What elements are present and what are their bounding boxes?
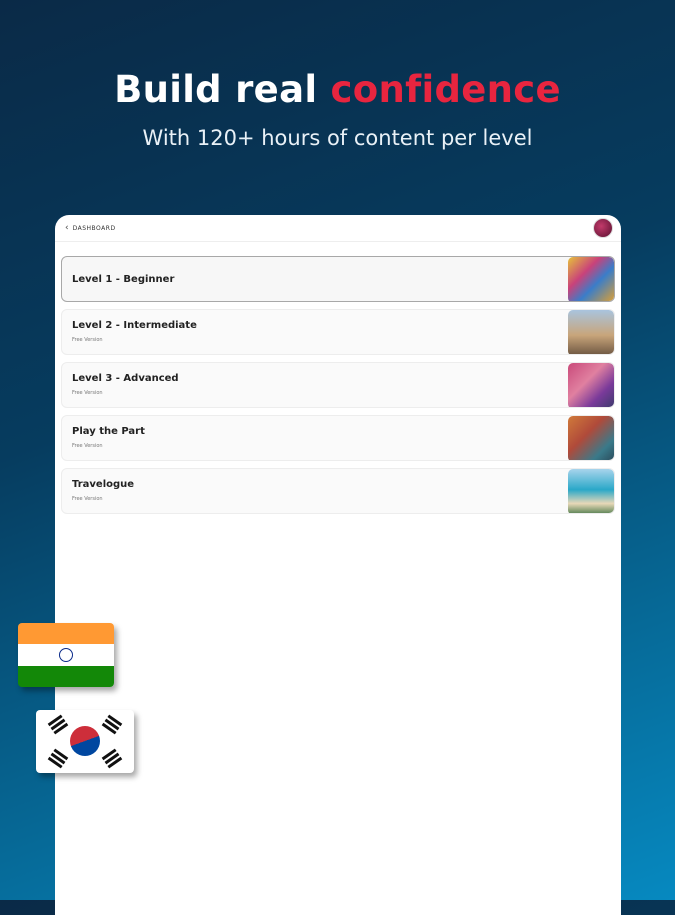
- course-subtitle: Free Version: [72, 496, 103, 502]
- ashoka-chakra-icon: [59, 647, 73, 662]
- top-bar: ‹ DASHBOARD: [55, 215, 621, 242]
- device-screen: ‹ DASHBOARD Level 1 - Beginner Level 2 -…: [55, 215, 621, 915]
- course-thumbnail: [568, 257, 614, 301]
- course-title: Level 1 - Beginner: [72, 273, 175, 285]
- course-item-level-2[interactable]: Level 2 - Intermediate Free Version: [61, 309, 615, 355]
- course-title: Level 3 - Advanced: [72, 373, 179, 384]
- headline-accent: confidence: [330, 68, 561, 111]
- course-subtitle: Free Version: [72, 390, 103, 396]
- course-subtitle: Free Version: [72, 337, 103, 343]
- course-item-level-1[interactable]: Level 1 - Beginner: [61, 256, 615, 302]
- course-thumbnail: [568, 310, 614, 354]
- course-thumbnail: [568, 416, 614, 460]
- course-title: Level 2 - Intermediate: [72, 320, 197, 331]
- india-flag-icon: [18, 623, 114, 687]
- avatar[interactable]: [593, 218, 613, 238]
- headline-main: Build real: [114, 68, 331, 111]
- headline: Build real confidence: [0, 68, 675, 111]
- course-item-play-the-part[interactable]: Play the Part Free Version: [61, 415, 615, 461]
- course-thumbnail: [568, 363, 614, 407]
- chevron-left-icon: ‹: [65, 223, 69, 233]
- course-item-travelogue[interactable]: Travelogue Free Version: [61, 468, 615, 514]
- subheadline: With 120+ hours of content per level: [142, 126, 533, 150]
- back-label: DASHBOARD: [72, 224, 116, 232]
- course-item-level-3[interactable]: Level 3 - Advanced Free Version: [61, 362, 615, 408]
- south-korea-flag-icon: [36, 710, 134, 773]
- taegeuk-icon: [70, 726, 100, 756]
- back-button[interactable]: ‹ DASHBOARD: [65, 223, 116, 233]
- course-title: Play the Part: [72, 426, 145, 437]
- course-subtitle: Free Version: [72, 443, 103, 449]
- course-list: Level 1 - Beginner Level 2 - Intermediat…: [55, 242, 621, 514]
- course-title: Travelogue: [72, 479, 135, 490]
- course-thumbnail: [568, 469, 614, 513]
